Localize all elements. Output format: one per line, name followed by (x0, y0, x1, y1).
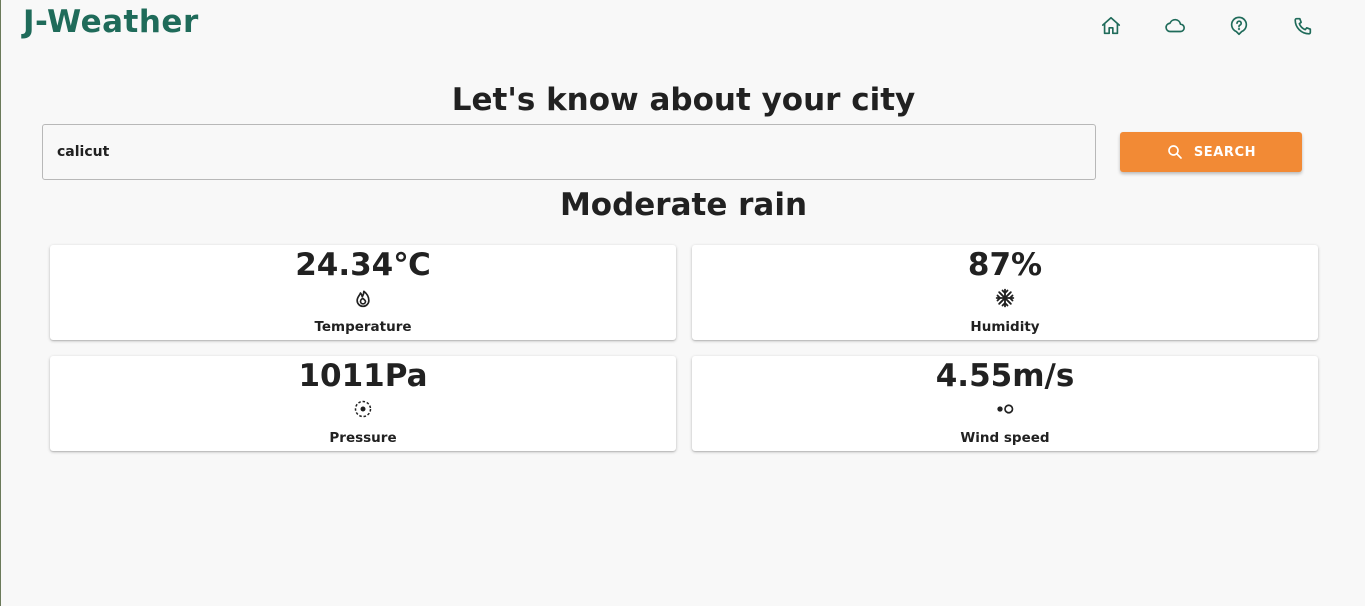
temperature-label: Temperature (314, 319, 412, 335)
pressure-label: Pressure (329, 430, 397, 446)
phone-icon (1294, 17, 1312, 35)
weather-condition: Moderate rain (559, 187, 808, 223)
search-button-label: SEARCH (1193, 144, 1257, 160)
home-button[interactable] (1093, 12, 1129, 40)
contact-button[interactable] (1285, 12, 1321, 40)
pressure-card: 1011Pa Pressure (50, 356, 676, 451)
wind-speed-card: 4.55m/s Wind speed (692, 356, 1318, 451)
humidity-value: 87% (967, 247, 1043, 283)
pressure-icon (353, 399, 373, 419)
home-icon (1101, 16, 1121, 35)
city-search-input[interactable] (57, 144, 1095, 160)
app-logo[interactable]: J-Weather (23, 4, 199, 40)
wind-speed-value: 4.55m/s (935, 358, 1075, 394)
page-heading: Let's know about your city (451, 82, 916, 118)
temperature-value: 24.34℃ (295, 247, 431, 283)
humidity-label: Humidity (970, 319, 1040, 335)
snowflake-icon (995, 288, 1015, 308)
top-nav (1093, 12, 1349, 40)
pressure-value: 1011Pa (298, 358, 428, 394)
cloud-icon (1165, 18, 1185, 33)
wind-icon (995, 399, 1015, 419)
temperature-card: 24.34℃ Temperature (50, 245, 676, 340)
humidity-card: 87% Humidity (692, 245, 1318, 340)
help-button[interactable] (1221, 12, 1257, 40)
search-icon (1168, 145, 1182, 159)
fire-icon (353, 288, 373, 308)
city-search-field[interactable] (42, 124, 1096, 180)
weather-button[interactable] (1157, 12, 1193, 40)
help-icon (1230, 16, 1248, 36)
search-button[interactable]: SEARCH (1120, 132, 1302, 172)
wind-speed-label: Wind speed (960, 430, 1050, 446)
